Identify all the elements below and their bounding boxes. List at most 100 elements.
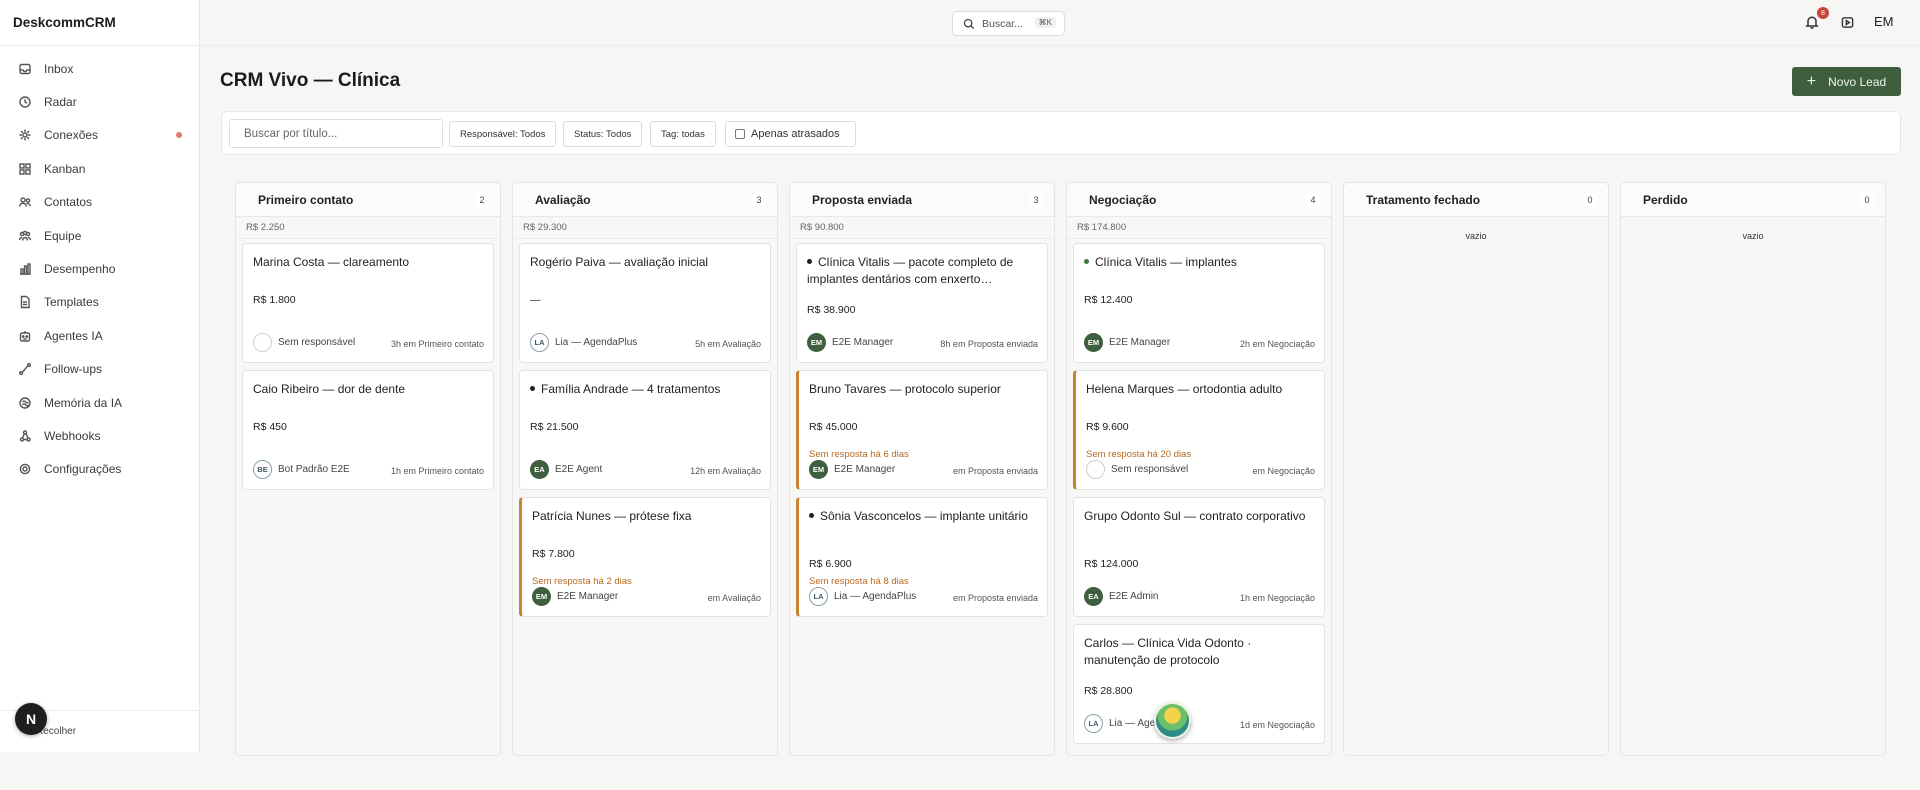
owner-name: E2E Admin [1109,591,1159,602]
floating-assistant-avatar[interactable] [1154,702,1191,739]
new-lead-button[interactable]: + Novo Lead [1792,67,1901,96]
lead-card-title: Caio Ribeiro — dor de dente [253,381,479,398]
lead-value: R$ 28.800 [1084,685,1133,697]
sidebar-item-label: Follow-ups [44,362,103,377]
checkbox-box [735,129,745,139]
lead-owner: LA Lia — AgendaPlus [809,587,916,606]
lead-card[interactable]: Clínica Vitalis — pacote completo de imp… [796,243,1048,363]
owner-name: Sem responsável [278,337,356,348]
lead-card[interactable]: Patrícia Nunes — prótese fixa R$ 7.800 Sem… [519,497,771,617]
column-empty-label: vazio [1742,231,1764,241]
owner-avatar: LA [809,587,828,606]
column-title: Tratamento fechado [1366,192,1481,207]
lead-title-text: Bruno Tavares — protocolo superior [809,382,1001,396]
owner-avatar: LA [530,333,549,352]
sidebar: DeskcommCRM Inbox Radar Conexões Kanban Cont… [0,0,200,752]
column-count-badge: 4 [1305,192,1321,208]
status-dot [809,513,814,519]
sidebar-item-kanban[interactable]: Kanban [0,152,199,185]
sidebar-item-agentes-ia[interactable]: Agentes IA [0,319,199,352]
lead-owner: EM E2E Manager [807,333,893,352]
lead-card[interactable]: Rogério Paiva — avaliação inicial — LA Lia … [519,243,771,363]
owner-name: Lia — AgendaPlus [834,591,917,602]
column-header: Tratamento fechado 0 [1344,183,1608,217]
search-placeholder: Buscar... [982,17,1023,30]
column-total: R$ 2.250 [236,217,500,239]
contacts-icon [18,195,32,209]
owner-name: E2E Manager [832,337,894,348]
sidebar-item-label: Configurações [44,462,122,477]
sidebar-item-equipe[interactable]: Equipe [0,219,199,252]
sidebar-item-configuracoes[interactable]: Configurações [0,453,199,486]
lead-card-title: Família Andrade — 4 tratamentos [530,381,756,398]
lead-title-text: Caio Ribeiro — dor de dente [253,382,406,396]
time-in-stage: 5h em Avaliação [695,339,761,349]
sidebar-item-templates[interactable]: Templates [0,286,199,319]
lead-card-title: Patrícia Nunes — prótese fixa [532,508,756,525]
play-tour-button[interactable] [1841,16,1855,30]
sidebar-item-memoria-da-ia[interactable]: Memória da IA [0,386,199,419]
sidebar-item-label: Memória da IA [44,395,123,410]
sidebar-item-label: Webhooks [44,428,101,443]
lead-card[interactable]: Marina Costa — clareamento R$ 1.800 Sem re… [242,243,494,363]
status-filter[interactable]: Status: Todos [563,121,643,147]
sidebar-item-radar[interactable]: Radar [0,85,199,118]
lead-card[interactable]: Caio Ribeiro — dor de dente R$ 450 BE Bot P… [242,370,494,490]
lead-card[interactable]: Carlos — Clínica Vida Odonto · manutençã… [1073,624,1325,744]
global-search[interactable]: Buscar... ⌘K [952,11,1065,36]
column-count-badge: 0 [1582,192,1598,208]
sidebar-item-contatos[interactable]: Contatos [0,186,199,219]
brand-logo: DeskcommCRM [0,0,199,46]
lead-title-text: Carlos — Clínica Vida Odonto · manutençã… [1084,636,1252,667]
no-response-warning: Sem resposta há 20 dias [1086,449,1192,460]
lead-card[interactable]: Sônia Vasconcelos — implante unitário R$ … [796,497,1048,617]
column-title: Negociação [1089,192,1157,207]
lead-card[interactable]: Família Andrade — 4 tratamentos R$ 21.500… [519,370,771,490]
title-search-input[interactable] [229,119,443,148]
owner-avatar: EM [807,333,826,352]
webhook-icon [18,429,32,443]
lead-card-title: Grupo Odonto Sul — contrato corporativo [1084,508,1310,525]
lead-card[interactable]: Grupo Odonto Sul — contrato corporativo R… [1073,497,1325,617]
inbox-icon [18,62,32,76]
lead-card[interactable]: Bruno Tavares — protocolo superior R$ 45.… [796,370,1048,490]
lead-card[interactable]: Helena Marques — ortodontia adulto R$ 9.6… [1073,370,1325,490]
tag-filter[interactable]: Tag: todas [650,121,716,147]
new-lead-label: Novo Lead [1828,74,1887,89]
assistant-launcher-button[interactable]: N [15,703,47,735]
sidebar-item-label: Desempenho [44,262,116,277]
lead-value: R$ 9.600 [1086,421,1129,433]
lead-title-text: Sônia Vasconcelos — implante unitário [820,509,1028,523]
lead-owner: EA E2E Agent [530,460,602,479]
user-avatar[interactable]: EM [1874,14,1894,29]
sidebar-item-label: Templates [44,295,99,310]
owner-name: E2E Manager [834,464,896,475]
search-icon [963,18,975,29]
team-icon [18,229,32,243]
responsavel-filter[interactable]: Responsável: Todos [449,121,557,147]
overdue-only-checkbox[interactable]: Apenas atrasados [725,121,856,147]
lead-title-text: Grupo Odonto Sul — contrato corporativo [1084,509,1306,523]
notifications-count-badge: 8 [1817,7,1829,19]
owner-name: Bot Padrão E2E [278,464,350,475]
no-response-warning: Sem resposta há 6 dias [809,449,909,460]
sidebar-item-desempenho[interactable]: Desempenho [0,252,199,285]
time-in-stage: 8h em Proposta enviada [940,339,1038,349]
owner-avatar: EA [530,460,549,479]
brain-icon [18,396,32,410]
column-count-badge: 3 [751,192,767,208]
sidebar-item-follow-ups[interactable]: Follow-ups [0,353,199,386]
column-count-badge: 0 [1859,192,1875,208]
lead-card[interactable]: Clínica Vitalis — implantes R$ 12.400 EM E2… [1073,243,1325,363]
sidebar-item-inbox[interactable]: Inbox [0,52,199,85]
sidebar-item-conexoes[interactable]: Conexões [0,119,199,152]
lead-card-title: Marina Costa — clareamento [253,254,479,271]
plug-icon [18,128,32,142]
lead-title-text: Marina Costa — clareamento [253,255,410,269]
column-header: Proposta enviada 3 [790,183,1054,217]
lead-value: R$ 38.900 [807,304,856,316]
lead-title-text: Helena Marques — ortodontia adulto [1086,382,1283,396]
sidebar-nav: Inbox Radar Conexões Kanban Contatos Equipe De… [0,46,199,486]
kanban-column-tratamento-fechado: Tratamento fechado 0 vazio [1343,182,1609,756]
sidebar-item-webhooks[interactable]: Webhooks [0,419,199,452]
